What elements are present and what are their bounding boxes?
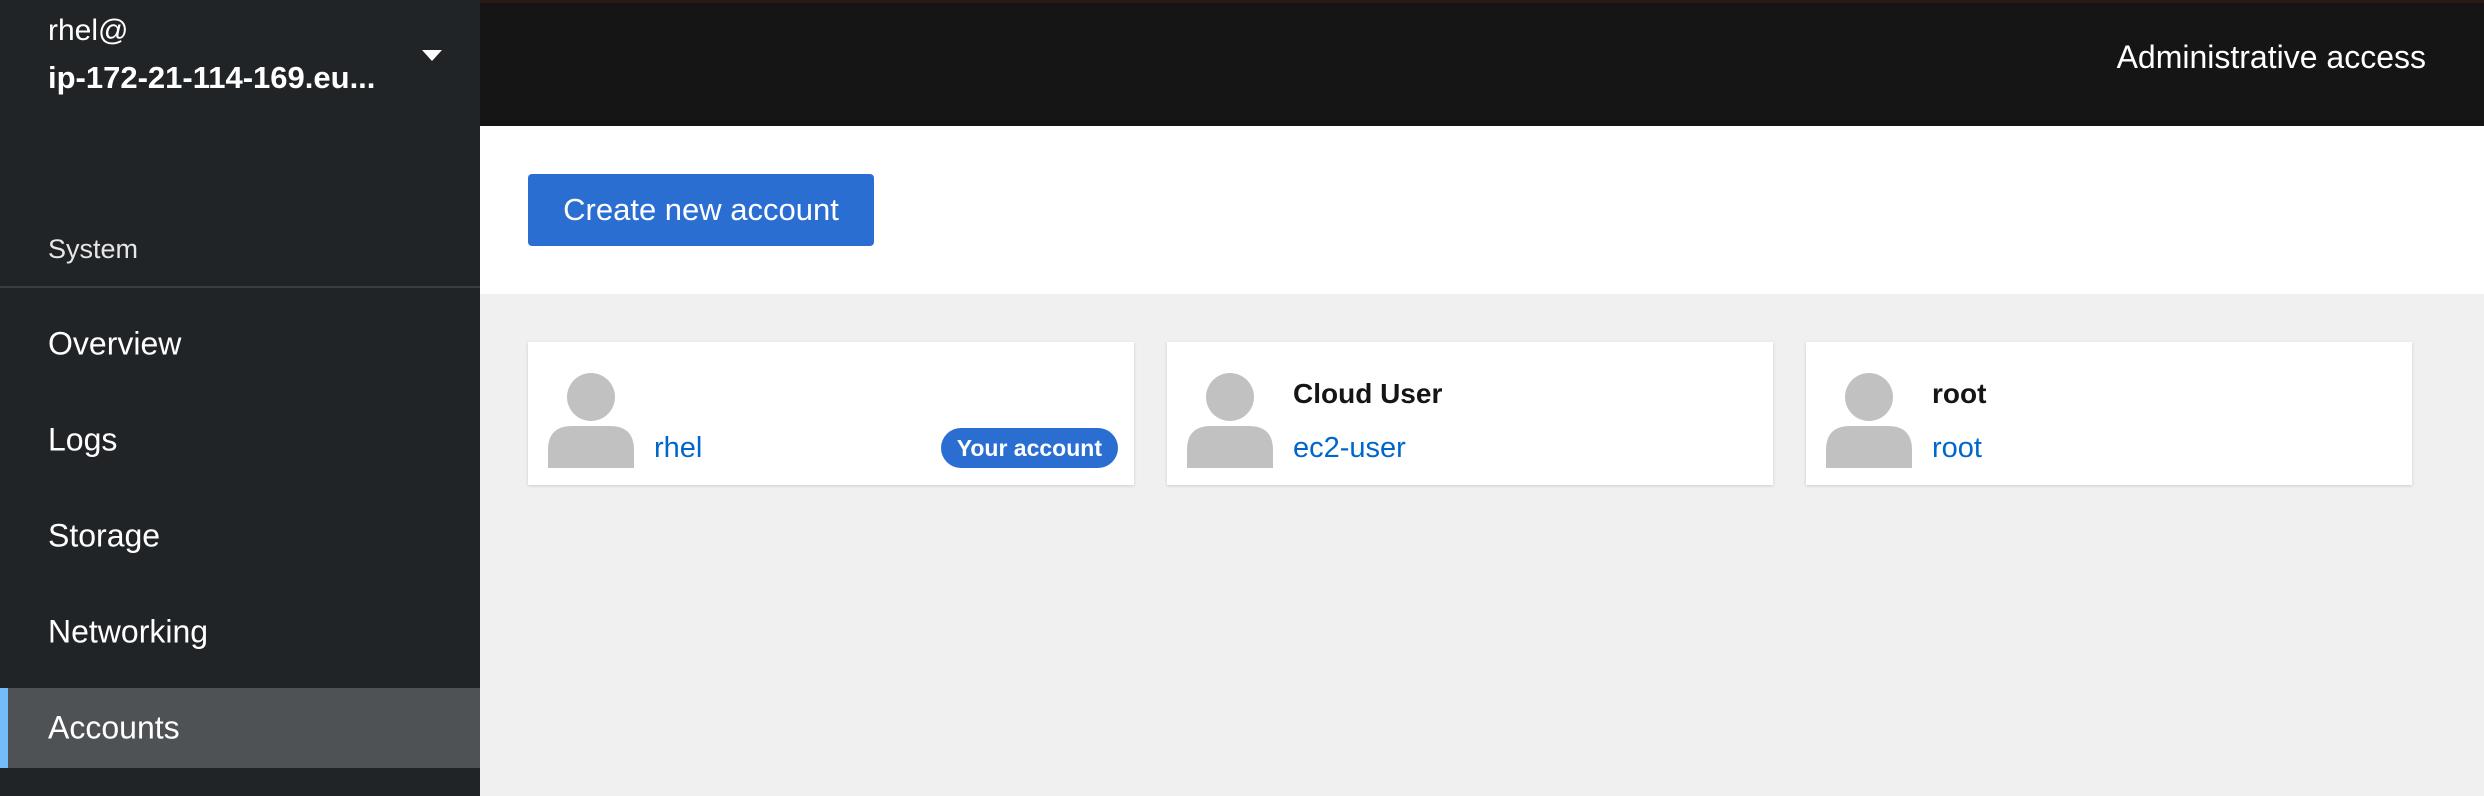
sidebar-item-label: Storage (48, 517, 161, 554)
host-switcher[interactable]: rhel@ ip-172-21-114-169.eu... (0, 0, 480, 126)
account-full-name: root (1932, 378, 1987, 409)
sidebar-item-storage[interactable]: Storage (0, 496, 480, 576)
account-login[interactable]: root (1932, 432, 1982, 465)
sidebar-item-networking[interactable]: Networking (0, 592, 480, 672)
caret-down-icon[interactable] (422, 50, 442, 61)
user-avatar-icon (1187, 373, 1273, 468)
sidebar-item-label: Overview (48, 325, 182, 362)
sidebar-item-logs[interactable]: Logs (0, 400, 480, 480)
sidebar-item-accounts[interactable]: Accounts (0, 688, 480, 768)
sidebar-item-label: Networking (48, 613, 209, 650)
top-bar: Administrative access (480, 0, 2484, 126)
account-card[interactable]: rhel Your account (528, 342, 1134, 485)
your-account-badge: Your account (940, 428, 1118, 468)
sidebar-divider (0, 286, 480, 288)
account-login[interactable]: rhel (654, 432, 702, 465)
host-user: rhel@ (48, 14, 129, 47)
account-full-name: Cloud User (1293, 378, 1443, 409)
sidebar-item-label: Accounts (48, 709, 180, 746)
host-name: ip-172-21-114-169.eu... (48, 60, 376, 95)
sidebar-item-overview[interactable]: Overview (0, 304, 480, 384)
accounts-toolbar: Create new account (480, 126, 2484, 294)
account-card[interactable]: root root (1806, 342, 2412, 485)
sidebar-item-label: Logs (48, 421, 118, 458)
user-avatar-icon (548, 373, 634, 468)
administrative-access-toggle[interactable]: Administrative access (2117, 39, 2426, 76)
create-new-account-button[interactable]: Create new account (528, 174, 874, 246)
sidebar-section-label: System (48, 234, 139, 264)
user-avatar-icon (1826, 373, 1912, 468)
account-login[interactable]: ec2-user (1293, 432, 1406, 465)
sidebar: rhel@ ip-172-21-114-169.eu... System Ove… (0, 0, 480, 796)
account-card[interactable]: Cloud User ec2-user (1167, 342, 1773, 485)
